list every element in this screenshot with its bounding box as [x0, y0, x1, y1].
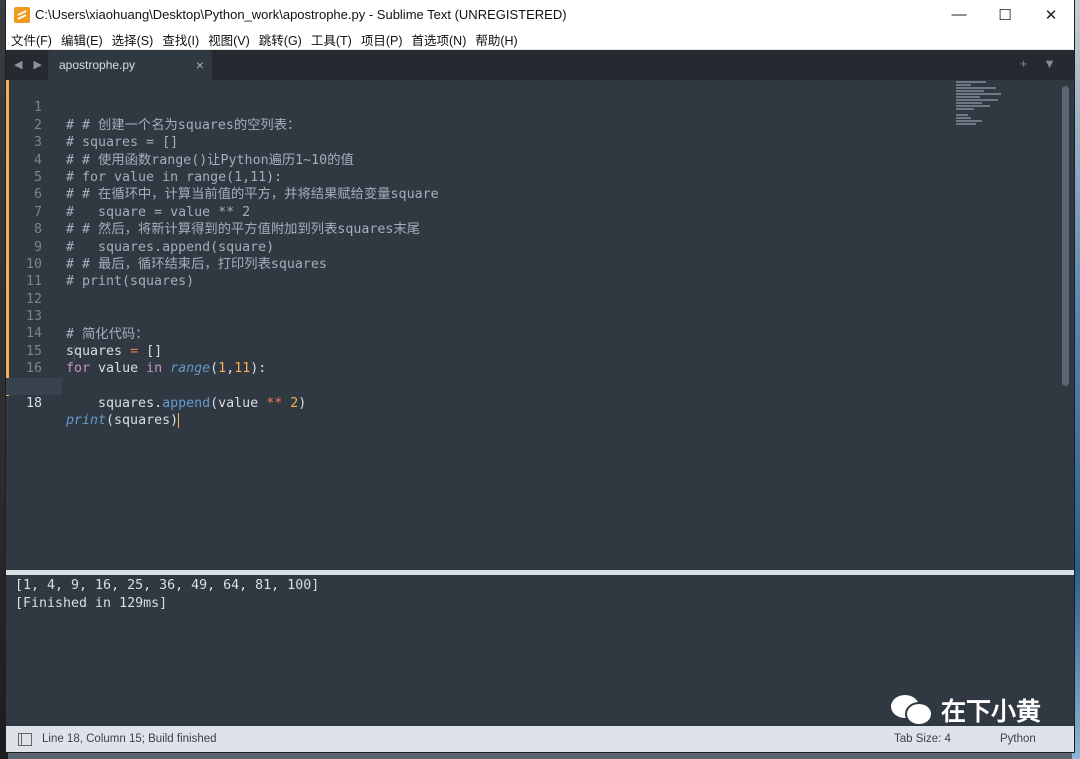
minimize-button[interactable]: —: [936, 0, 982, 29]
menu-tools[interactable]: 工具(T): [306, 30, 356, 49]
code-line: 10 # print(squares): [6, 239, 1056, 289]
build-output-panel: [1, 4, 9, 16, 25, 36, 49, 64, 81, 100] […: [6, 575, 1074, 726]
code-line: 9 # # 最后，循环结束后，打印列表squares: [6, 221, 1056, 272]
code-line: 13 # 简化代码：: [6, 291, 1056, 341]
code-line: 11: [6, 256, 1056, 289]
tab-label: apostrophe.py: [59, 58, 136, 72]
code-editor[interactable]: 1 # # 创建一个名为squares的空列表： 2 # squares = […: [6, 80, 1074, 570]
menu-bar: 文件(F) 编辑(E) 选择(S) 查找(I) 视图(V) 跳转(G) 工具(T…: [6, 29, 1074, 50]
sublime-text-icon: [14, 6, 30, 23]
watermark-text: 在下小黄: [941, 698, 1042, 726]
code-line: 15 for value in range(1,11):: [6, 325, 1056, 376]
window-title: C:\Users\xiaohuang\Desktop\Python_work\a…: [35, 7, 567, 22]
menu-goto[interactable]: 跳转(G): [254, 30, 306, 49]
function-name: print: [66, 413, 107, 429]
line-number: 18: [25, 396, 42, 412]
menu-preferences[interactable]: 首选项(N): [407, 30, 471, 49]
close-button[interactable]: ✕: [1028, 0, 1074, 29]
menu-view[interactable]: 视图(V): [203, 30, 254, 49]
minimap[interactable]: [956, 80, 1011, 125]
code-line: 2 # squares = []: [6, 99, 1056, 150]
text-cursor: [178, 412, 180, 428]
punctuation: ): [170, 413, 179, 429]
current-code-line: 18 print(squares): [6, 377, 180, 428]
syntax-indicator[interactable]: Python: [1000, 733, 1036, 745]
punctuation: (: [210, 396, 219, 412]
wechat-watermark: 在下小黄: [891, 692, 1041, 728]
code-line: 7 # # 然后，将新计算得到的平方值附加到列表squares末尾: [6, 186, 1056, 237]
punctuation: (: [106, 413, 115, 429]
maximize-button[interactable]: ☐: [982, 0, 1028, 29]
code-lines: 1 # # 创建一个名为squares的空列表： 2 # squares = […: [6, 82, 1056, 428]
menu-find[interactable]: 查找(I): [157, 30, 203, 49]
code-line: 3 # # 使用函数range()让Python遍历1~10的值: [6, 117, 1056, 167]
method-name: append: [162, 396, 211, 412]
code-line: 14 squares = []: [6, 308, 1056, 358]
tab-size-indicator[interactable]: Tab Size: 4: [894, 733, 951, 745]
vertical-scrollbar[interactable]: [1062, 86, 1069, 386]
wechat-icon: [891, 693, 935, 727]
title-bar: C:\Users\xiaohuang\Desktop\Python_work\a…: [6, 0, 1074, 29]
window-controls: — ☐ ✕: [936, 0, 1074, 29]
code-line: 5 # # 在循环中，计算当前值的平方，并将结果赋给变量square: [6, 152, 1056, 202]
code-line: 4 # for value in range(1,11):: [6, 134, 1056, 185]
punctuation: .: [154, 396, 163, 412]
panel-toggle-icon[interactable]: [18, 733, 32, 746]
menu-file[interactable]: 文件(F): [6, 30, 56, 49]
tab-close-icon[interactable]: ×: [196, 57, 204, 73]
variable: value: [218, 396, 259, 412]
tab-apostrophe-py[interactable]: apostrophe.py ×: [48, 50, 212, 80]
code-statement: squares.append(value ** 2): [66, 395, 306, 412]
code-line: 17: [6, 360, 1056, 394]
status-bar: Line 18, Column 15; Build finished Tab S…: [6, 726, 1074, 752]
punctuation: ): [298, 396, 307, 412]
sublime-window: C:\Users\xiaohuang\Desktop\Python_work\a…: [6, 0, 1074, 752]
variable: squares: [98, 396, 155, 412]
tab-tools-icons[interactable]: + ▼: [1020, 56, 1062, 71]
code-line: 16 squares.append(value ** 2): [6, 343, 1056, 411]
code-statement: print(squares): [66, 412, 180, 429]
code-line: 1 # # 创建一个名为squares的空列表：: [6, 82, 1056, 132]
cursor-position-status: Line 18, Column 15; Build finished: [42, 733, 217, 745]
menu-project[interactable]: 项目(P): [356, 30, 407, 49]
menu-edit[interactable]: 编辑(E): [56, 30, 107, 49]
operator: **: [266, 396, 283, 412]
tab-nav-arrows[interactable]: ◀ ▶: [14, 58, 46, 71]
build-result: [1, 4, 9, 16, 25, 36, 49, 64, 81, 100]: [15, 578, 320, 593]
menu-selection[interactable]: 选择(S): [107, 30, 158, 49]
code-line: 6 # square = value ** 2: [6, 169, 1056, 219]
code-line: 8 # squares.append(square): [6, 204, 1056, 254]
tab-bar: ◀ ▶ apostrophe.py × + ▼: [6, 50, 1074, 80]
build-finished-message: [Finished in 129ms]: [15, 596, 168, 611]
code-line: 12: [6, 273, 1056, 307]
menu-help[interactable]: 帮助(H): [470, 30, 521, 49]
variable: squares: [114, 413, 171, 429]
